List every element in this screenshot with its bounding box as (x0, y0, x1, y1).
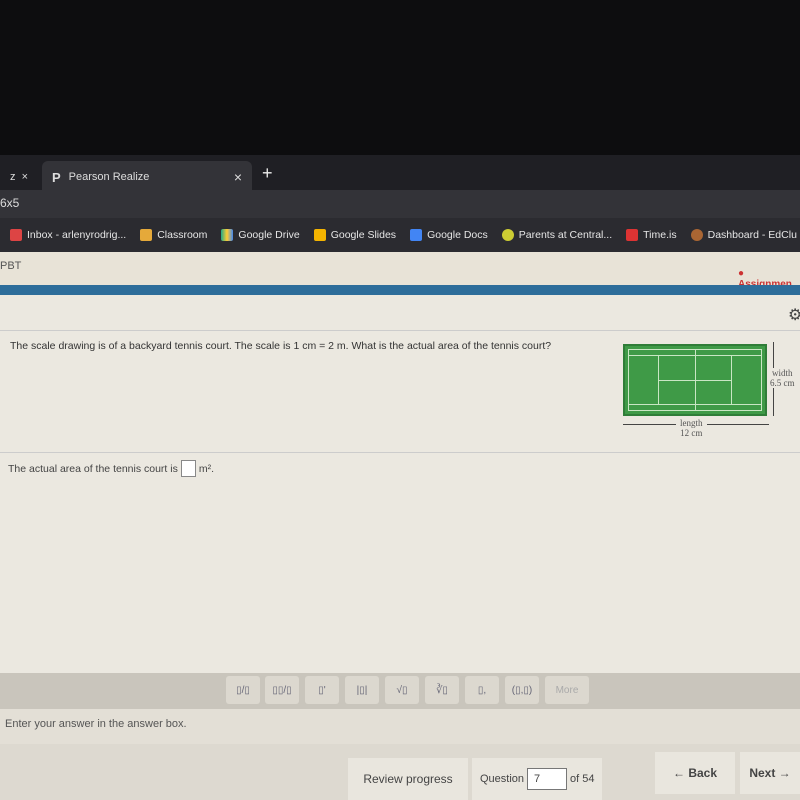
back-button[interactable]: ← Back (655, 752, 735, 794)
length-value: 12 cm (680, 428, 703, 438)
review-progress-button[interactable]: Review progress (348, 758, 468, 800)
ordered-pair-button[interactable]: (▯,▯) (505, 676, 539, 704)
fraction-button[interactable]: ▯/▯ (226, 676, 260, 704)
mixed-number-button[interactable]: ▯▯/▯ (265, 676, 299, 704)
bookmark-parents[interactable]: Parents at Central... (501, 229, 613, 241)
timeis-icon (626, 229, 639, 241)
header-title: PBT (0, 260, 22, 272)
bookmark-docs[interactable]: Google Docs (410, 229, 488, 241)
bookmark-inbox[interactable]: Inbox - arlenyrodrig... (10, 229, 126, 241)
bookmark-drive[interactable]: Google Drive (221, 229, 300, 241)
bookmark-label: Google Slides (330, 229, 397, 241)
gmail-icon (10, 229, 22, 241)
bookmark-label: Dashboard - EdClu (707, 229, 797, 241)
header-accent-bar (0, 285, 800, 295)
classroom-icon (140, 229, 153, 241)
screen-bezel (0, 0, 800, 155)
width-label-text: width (771, 368, 793, 378)
answer-input[interactable] (180, 460, 196, 477)
tab-pearson-realize[interactable]: P Pearson Realize × (42, 161, 252, 193)
bookmark-edclub[interactable]: Dashboard - EdClu (690, 229, 797, 241)
question-label: Question (480, 773, 525, 785)
width-label: width 6.5 cm (770, 368, 795, 388)
decimal-button[interactable]: ▯, (465, 676, 499, 704)
bookmark-label: Google Docs (427, 229, 488, 241)
next-button[interactable]: Next → (740, 752, 800, 794)
tab-label: z (10, 171, 16, 183)
tab-bar: z × P Pearson Realize × + (0, 155, 800, 193)
gear-icon[interactable]: ⚙ (788, 305, 800, 325)
answer-unit: m². (198, 462, 215, 475)
slides-icon (313, 229, 326, 241)
question-text: The scale drawing is of a backyard tenni… (10, 340, 552, 352)
new-tab-button[interactable]: + (262, 163, 273, 184)
close-icon[interactable]: × (234, 169, 242, 185)
bookmarks-bar: Inbox - arlenyrodrig... Classroom Google… (0, 218, 800, 252)
page-header: PBT ● Assignmen (0, 252, 800, 290)
drive-icon (221, 229, 234, 241)
length-label-text: length (680, 418, 703, 428)
bookmark-classroom[interactable]: Classroom (140, 229, 207, 241)
length-label: length 12 cm (676, 418, 707, 438)
question-navigator: Question 7 of 54 (472, 758, 602, 800)
bookmark-label: Google Drive (238, 229, 300, 241)
tab-label: Pearson Realize (68, 171, 150, 183)
copyright-icon (501, 229, 514, 241)
bookmark-slides[interactable]: Google Slides (313, 229, 397, 241)
divider (0, 330, 800, 331)
square-root-button[interactable]: √▯ (385, 676, 419, 704)
bookmark-timeis[interactable]: Time.is (626, 229, 677, 241)
edclub-icon (690, 229, 703, 241)
address-bar[interactable]: 6x5 (0, 190, 800, 218)
bookmark-label: Inbox - arlenyrodrig... (27, 229, 127, 241)
divider (0, 452, 800, 453)
tab-previous[interactable]: z × (0, 161, 42, 193)
docs-icon (410, 229, 423, 241)
question-number-input[interactable]: 7 (527, 768, 568, 790)
more-button[interactable]: More (545, 676, 589, 704)
pearson-icon: P (52, 169, 61, 185)
tennis-court-diagram (623, 344, 767, 416)
bookmark-label: Parents at Central... (518, 229, 613, 241)
question-total: of 54 (570, 773, 595, 785)
instruction-text: Enter your answer in the answer box. (0, 709, 800, 744)
answer-line: The actual area of the tennis court is m… (8, 460, 214, 477)
bookmark-label: Time.is (643, 229, 677, 241)
absolute-value-button[interactable]: |▯| (345, 676, 379, 704)
exponent-button[interactable]: ▯' (305, 676, 339, 704)
width-value: 6.5 cm (770, 378, 795, 388)
answer-prefix: The actual area of the tennis court is (8, 462, 178, 475)
close-icon[interactable]: × (22, 171, 28, 183)
bookmark-label: Classroom (157, 229, 208, 241)
url-text: 6x5 (0, 196, 20, 210)
cube-root-button[interactable]: ∛▯ (425, 676, 459, 704)
